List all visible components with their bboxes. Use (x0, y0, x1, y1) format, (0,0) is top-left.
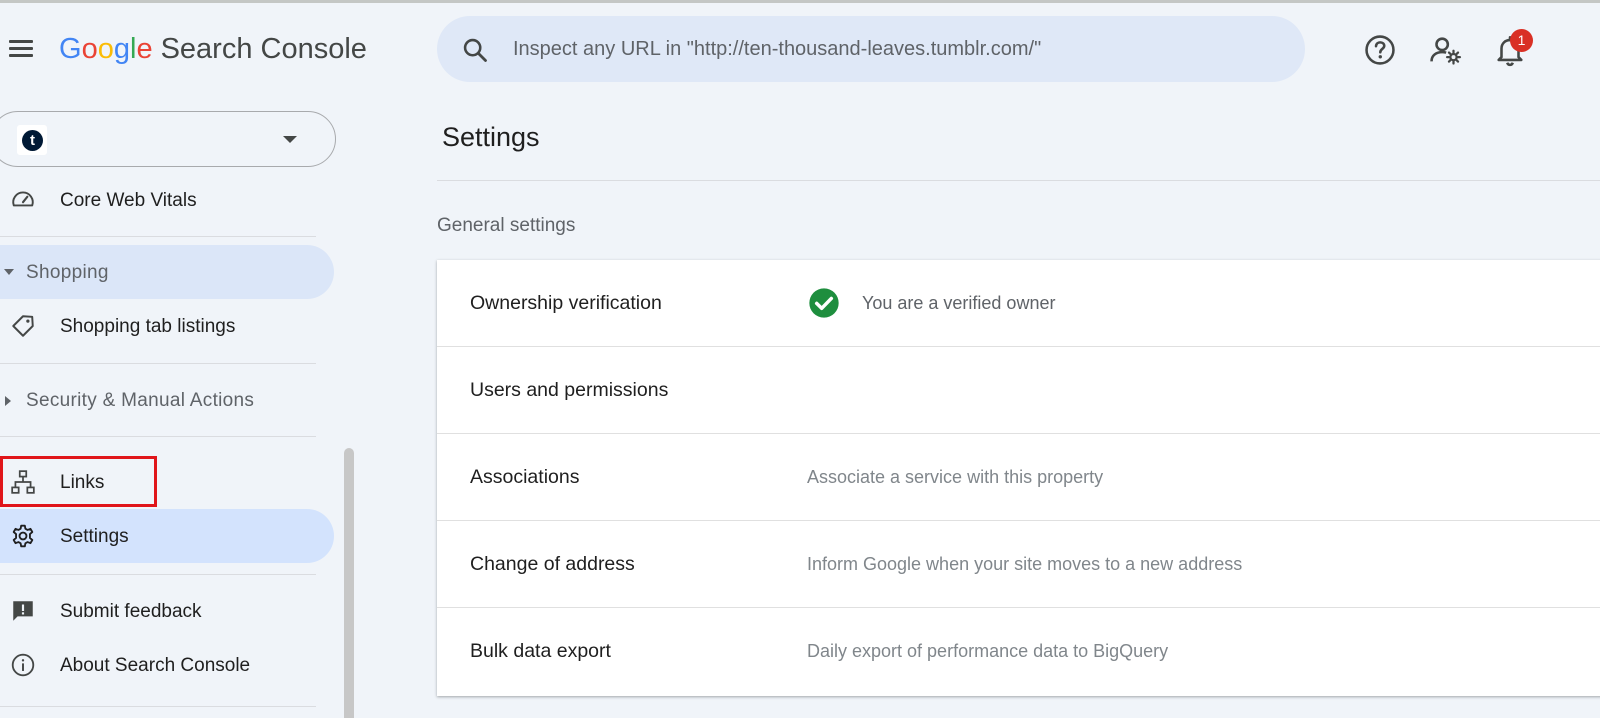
general-settings-heading: General settings (437, 215, 576, 236)
sidebar-item-links[interactable]: Links (0, 455, 334, 509)
settings-row-change-of-address[interactable]: Change of address Inform Google when you… (437, 521, 1600, 608)
app-logo[interactable]: Google Search Console (59, 33, 367, 66)
help-icon[interactable] (1363, 33, 1397, 67)
settings-row-description: Inform Google when your site moves to a … (807, 554, 1243, 574)
gauge-icon (12, 191, 34, 207)
title-divider (437, 180, 1600, 181)
settings-row-description: Associate a service with this property (807, 467, 1104, 487)
sidebar-section-label: Security & Manual Actions (26, 390, 255, 411)
settings-row-label: Bulk data export (470, 640, 611, 662)
logo-letter: o (81, 33, 98, 65)
app-header: GoogleSearch Console 1 (0, 3, 1600, 93)
menu-icon[interactable] (6, 33, 36, 63)
sidebar-item-submit-feedback[interactable]: Submit feedback (0, 584, 334, 638)
sidebar-divider (0, 363, 316, 364)
sidebar-item-label: Links (60, 472, 105, 493)
caret-down-icon (4, 269, 14, 275)
property-selector[interactable]: t (0, 111, 336, 167)
feedback-icon (13, 601, 33, 621)
settings-row-description: Daily export of performance data to BigQ… (807, 641, 1169, 661)
product-name: Search Console (160, 33, 367, 65)
sidebar-item-about[interactable]: About Search Console (0, 638, 334, 692)
dropdown-arrow-icon (283, 136, 297, 143)
sidebar-section-label: Shopping (26, 262, 109, 283)
gear-icon (12, 524, 34, 548)
search-input[interactable] (513, 32, 1273, 66)
manage-users-icon[interactable] (1428, 33, 1462, 67)
sidebar-section-security[interactable]: Security & Manual Actions (0, 373, 334, 427)
sidebar-divider (0, 574, 316, 575)
settings-row-label: Users and permissions (470, 379, 669, 401)
sidebar: t Core Web Vitals Shopping Shopping tab … (0, 93, 356, 718)
sidebar-divider (0, 436, 316, 437)
settings-row-users-and-permissions[interactable]: Users and permissions (437, 347, 1600, 434)
settings-row-ownership-verification[interactable]: Ownership verification You are a verifie… (437, 260, 1600, 347)
settings-row-description: You are a verified owner (862, 293, 1056, 313)
sidebar-divider (0, 706, 316, 707)
logo-letter: g (113, 33, 130, 65)
sidebar-item-label: Settings (60, 526, 129, 547)
logo-letter: o (97, 33, 114, 65)
settings-row-associations[interactable]: Associations Associate a service with th… (437, 434, 1600, 521)
sidebar-scrollbar[interactable] (344, 448, 354, 718)
sidebar-divider (0, 236, 316, 237)
caret-right-icon (5, 396, 11, 406)
search-icon[interactable] (461, 36, 489, 64)
logo-letter: e (136, 33, 153, 65)
verified-check-icon (809, 288, 839, 318)
sidebar-item-shopping-tab-listings[interactable]: Shopping tab listings (0, 299, 334, 353)
settings-card: Ownership verification You are a verifie… (437, 260, 1600, 696)
sidebar-item-label: Core Web Vitals (60, 190, 197, 211)
sidebar-item-label: Submit feedback (60, 601, 202, 622)
sidebar-item-label: About Search Console (60, 655, 251, 676)
links-sitemap-icon (11, 470, 35, 494)
settings-row-label: Change of address (470, 553, 635, 575)
tag-icon (12, 315, 34, 337)
info-icon (11, 653, 35, 677)
settings-row-label: Associations (470, 466, 580, 488)
tumblr-icon: t (22, 130, 43, 151)
settings-row-bulk-data-export[interactable]: Bulk data export Daily export of perform… (437, 608, 1600, 695)
notification-badge: 1 (1510, 29, 1533, 52)
page-title: Settings (442, 122, 540, 152)
url-inspection-search[interactable] (437, 16, 1305, 82)
sidebar-section-shopping[interactable]: Shopping (0, 245, 334, 299)
sidebar-item-label: Shopping tab listings (60, 316, 236, 337)
sidebar-item-core-web-vitals[interactable]: Core Web Vitals (0, 173, 334, 227)
property-favicon: t (17, 125, 47, 155)
logo-letter: G (59, 33, 82, 65)
sidebar-item-settings[interactable]: Settings (0, 509, 334, 563)
settings-row-label: Ownership verification (470, 292, 662, 314)
